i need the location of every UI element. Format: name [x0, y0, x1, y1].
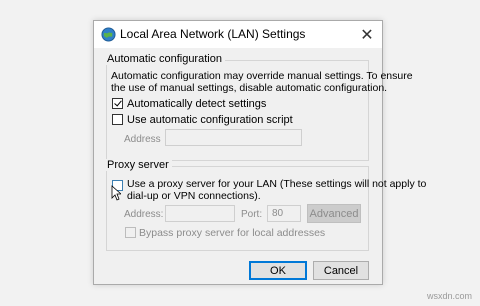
close-button[interactable]: ✕ — [352, 21, 382, 48]
proxy-port-label: Port: — [241, 209, 263, 220]
auto-config-script-label[interactable]: Use automatic configuration script — [127, 114, 293, 126]
bypass-local-checkbox — [125, 227, 136, 238]
auto-detect-checkbox[interactable] — [112, 98, 123, 109]
proxy-port-field: 80 — [267, 205, 301, 222]
cancel-button-label: Cancel — [323, 264, 359, 277]
proxy-address-field — [165, 205, 235, 222]
window-title: Local Area Network (LAN) Settings — [120, 27, 306, 41]
proxy-address-label: Address: — [124, 209, 164, 220]
auto-config-script-checkbox[interactable] — [112, 114, 123, 125]
close-icon: ✕ — [360, 26, 374, 44]
lan-settings-dialog: Local Area Network (LAN) Settings ✕ Auto… — [93, 20, 426, 285]
ok-button[interactable]: OK — [249, 261, 307, 280]
auto-config-description-line2: the use of manual settings, disable auto… — [111, 82, 388, 94]
advanced-button-label: Advanced — [309, 207, 359, 220]
group-label-proxy-server: Proxy server — [104, 159, 172, 171]
advanced-button: Advanced — [307, 204, 361, 223]
group-label-automatic-configuration: Automatic configuration — [104, 53, 225, 65]
title-bar: Local Area Network (LAN) Settings ✕ — [94, 21, 382, 48]
script-address-field — [165, 129, 302, 146]
use-proxy-label-line2[interactable]: dial-up or VPN connections). — [127, 190, 261, 202]
mouse-pointer-icon — [111, 185, 121, 201]
auto-detect-label[interactable]: Automatically detect settings — [127, 98, 266, 110]
use-proxy-label-line1[interactable]: Use a proxy server for your LAN (These s… — [127, 178, 426, 190]
auto-config-description-line1: Automatic configuration may override man… — [111, 70, 413, 82]
bypass-local-label: Bypass proxy server for local addresses — [139, 227, 326, 239]
ok-button-label: OK — [270, 264, 286, 277]
cancel-button[interactable]: Cancel — [313, 261, 369, 280]
watermark-text: wsxdn.com — [426, 291, 472, 301]
script-address-label: Address — [124, 134, 161, 145]
network-globe-icon — [101, 27, 116, 42]
